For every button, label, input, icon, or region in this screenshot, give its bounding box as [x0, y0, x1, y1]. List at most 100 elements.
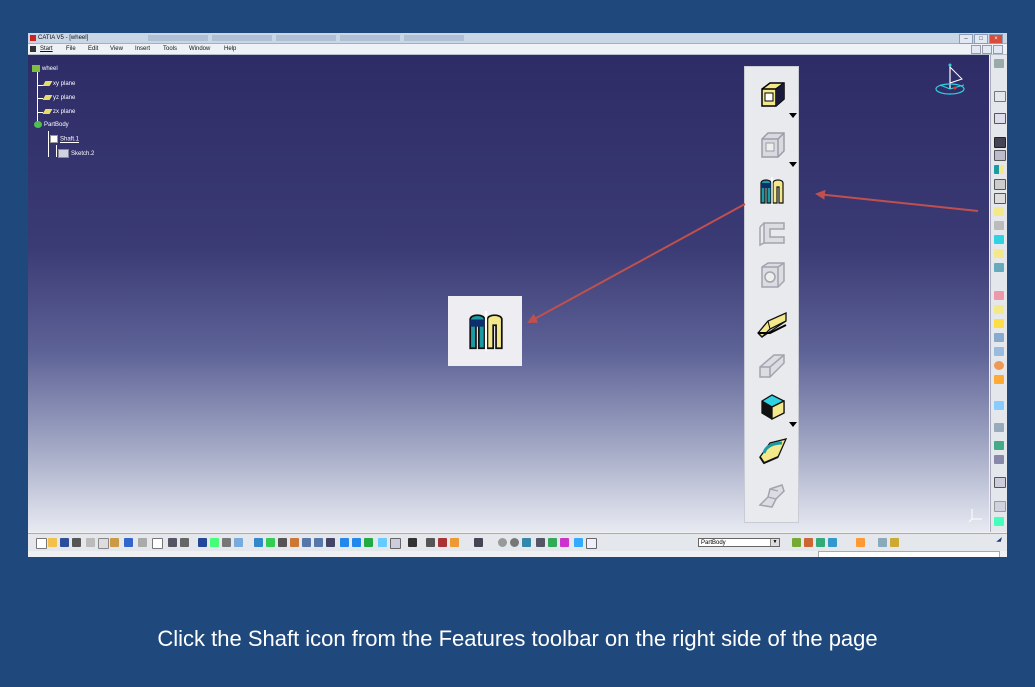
sketcher-icon[interactable]: [994, 113, 1006, 124]
multi-section-solid-icon[interactable]: [994, 235, 1004, 244]
chamfer-icon[interactable]: [994, 305, 1004, 314]
shell-icon[interactable]: [994, 333, 1004, 342]
shaft-icon[interactable]: [994, 165, 1004, 174]
shaft-icon[interactable]: [462, 308, 510, 354]
axis-system-icon[interactable]: [994, 477, 1006, 488]
boolean-icon[interactable]: [536, 538, 545, 547]
tree-item-partbody[interactable]: PartBody: [34, 121, 69, 129]
compass-icon[interactable]: [932, 61, 972, 101]
hole-icon[interactable]: [994, 193, 1006, 204]
plane-tool-icon[interactable]: [522, 538, 531, 547]
print-icon[interactable]: [72, 538, 81, 547]
render-icon[interactable]: [890, 538, 899, 547]
fit-all-icon[interactable]: [266, 538, 275, 547]
remove-face-icon[interactable]: [994, 375, 1004, 384]
doc-minimize-button[interactable]: [971, 45, 981, 54]
tree-item-shaft[interactable]: Shaft.1: [50, 135, 79, 144]
shaft-icon[interactable]: [756, 175, 788, 207]
normal-view-icon[interactable]: [326, 538, 335, 547]
rotate-icon[interactable]: [290, 538, 299, 547]
copy-icon[interactable]: [98, 538, 109, 549]
multi-section-solid-icon[interactable]: [756, 391, 788, 423]
menu-edit[interactable]: Edit: [88, 44, 98, 54]
stiffener-icon[interactable]: [756, 479, 788, 511]
removed-multi-section-solid-icon[interactable]: [756, 435, 788, 467]
thickness-icon[interactable]: [994, 347, 1004, 356]
paste-icon[interactable]: [110, 538, 119, 547]
measure-item-icon[interactable]: [234, 538, 243, 547]
draft-icon[interactable]: [994, 319, 1004, 328]
menu-file[interactable]: File: [66, 44, 76, 54]
settings-icon[interactable]: [994, 59, 1004, 68]
assemble-icon[interactable]: [804, 538, 813, 547]
rib-icon[interactable]: [756, 307, 788, 339]
tree-item-sketch[interactable]: Sketch.2: [58, 149, 94, 158]
fillet-icon[interactable]: [994, 291, 1004, 300]
pad-icon[interactable]: [756, 79, 788, 111]
remove-body-icon[interactable]: [828, 538, 837, 547]
menu-insert[interactable]: Insert: [135, 44, 150, 54]
maximize-button[interactable]: □: [974, 34, 988, 44]
redo-icon[interactable]: [138, 538, 147, 547]
menu-start[interactable]: Start: [40, 44, 53, 54]
whats-this-icon[interactable]: [152, 538, 163, 549]
pattern-icon[interactable]: [994, 441, 1004, 450]
slot-icon[interactable]: [756, 349, 788, 381]
menu-tools[interactable]: Tools: [163, 44, 177, 54]
mirror-icon[interactable]: [994, 423, 1004, 432]
thread-icon[interactable]: [994, 361, 1004, 370]
analysis-icon[interactable]: [994, 517, 1004, 526]
view-mode-icon[interactable]: [352, 538, 361, 547]
line-icon[interactable]: [510, 538, 519, 547]
add-body-icon[interactable]: [816, 538, 825, 547]
select-icon[interactable]: [994, 91, 1006, 102]
zoom-out-icon[interactable]: [314, 538, 323, 547]
translation-icon[interactable]: [994, 401, 1004, 410]
transform-icon[interactable]: [560, 538, 569, 547]
open-icon[interactable]: [48, 538, 57, 547]
close-button[interactable]: ×: [989, 34, 1003, 44]
update-icon[interactable]: [408, 538, 417, 547]
save-icon[interactable]: [60, 538, 69, 547]
menu-window[interactable]: Window: [189, 44, 210, 54]
anchor-icon[interactable]: [450, 538, 459, 547]
tree-item-xy-plane[interactable]: xy plane: [42, 80, 75, 88]
minimize-button[interactable]: –: [959, 34, 973, 44]
command-input[interactable]: [818, 551, 1000, 557]
split-icon[interactable]: [548, 538, 557, 547]
chevron-down-icon[interactable]: [789, 422, 797, 427]
measure-icon[interactable]: [994, 501, 1006, 512]
slot-icon[interactable]: [994, 221, 1004, 230]
formula-icon[interactable]: [168, 538, 177, 547]
doc-restore-button[interactable]: [982, 45, 992, 54]
groove-icon[interactable]: [756, 217, 788, 249]
sketch-tools-icon[interactable]: [198, 538, 207, 547]
pocket-icon[interactable]: [756, 129, 788, 161]
part-body-select[interactable]: PartBody ▼: [698, 538, 780, 547]
insert-body-icon[interactable]: [792, 538, 801, 547]
doc-close-button[interactable]: [993, 45, 1003, 54]
hide-show-icon[interactable]: [378, 538, 387, 547]
tree-expand-icon[interactable]: [210, 538, 219, 547]
scaling-icon[interactable]: [994, 455, 1004, 464]
tree-item-zx-plane[interactable]: zx plane: [42, 108, 75, 116]
chevron-down-icon[interactable]: [789, 162, 797, 167]
apply-material-icon[interactable]: [878, 538, 887, 547]
shading-icon[interactable]: [364, 538, 373, 547]
cut-icon[interactable]: [86, 538, 95, 547]
measure-between-icon[interactable]: [222, 538, 231, 547]
iso-view-icon[interactable]: [340, 538, 349, 547]
fix-icon[interactable]: [474, 538, 483, 547]
menu-help[interactable]: Help: [224, 44, 236, 54]
menu-view[interactable]: View: [110, 44, 123, 54]
pocket-icon[interactable]: [994, 150, 1006, 161]
tree-root-wheel[interactable]: wheel: [32, 65, 58, 73]
chevron-down-icon[interactable]: ▼: [770, 539, 779, 546]
pad-icon[interactable]: [994, 137, 1006, 148]
undo-icon[interactable]: [124, 538, 133, 547]
new-icon[interactable]: [36, 538, 47, 549]
comment-icon[interactable]: [180, 538, 189, 547]
zoom-in-icon[interactable]: [302, 538, 311, 547]
hole-icon[interactable]: [756, 259, 788, 291]
point-icon[interactable]: [498, 538, 507, 547]
